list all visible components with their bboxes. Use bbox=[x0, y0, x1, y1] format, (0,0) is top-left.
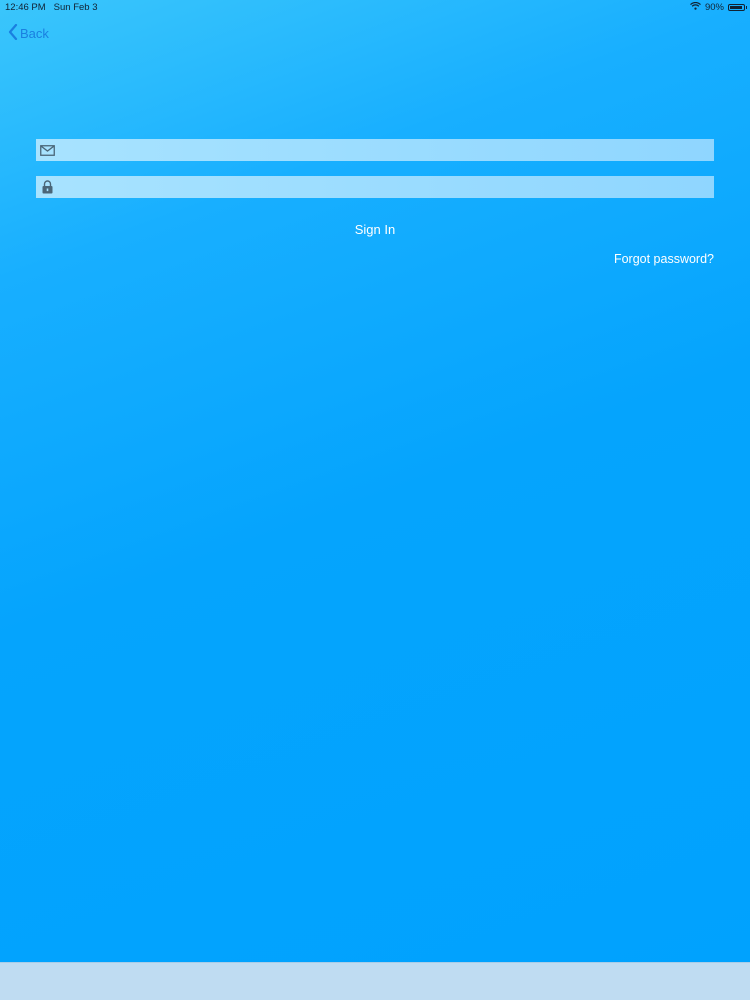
battery-percent: 90% bbox=[704, 1, 724, 13]
lock-icon bbox=[36, 176, 58, 198]
login-screen: 12:46 PM Sun Feb 3 90% Back Sign In Forg… bbox=[0, 0, 750, 1000]
battery-fill bbox=[730, 5, 742, 9]
password-input[interactable] bbox=[58, 176, 714, 198]
status-time: 12:46 PM bbox=[5, 1, 46, 13]
email-field-container bbox=[36, 139, 714, 161]
status-bar: 12:46 PM Sun Feb 3 90% bbox=[0, 0, 750, 14]
password-field-container bbox=[36, 176, 714, 198]
back-label: Back bbox=[20, 26, 49, 41]
envelope-icon bbox=[36, 139, 58, 161]
status-right: 90% bbox=[690, 1, 747, 13]
status-date: Sun Feb 3 bbox=[53, 1, 98, 13]
forgot-password-link[interactable]: Forgot password? bbox=[614, 252, 714, 266]
bottom-bar bbox=[0, 962, 750, 1000]
wifi-icon bbox=[690, 1, 701, 13]
email-input[interactable] bbox=[58, 139, 714, 161]
battery-icon bbox=[728, 3, 747, 11]
status-left: 12:46 PM Sun Feb 3 bbox=[5, 2, 98, 13]
sign-in-button[interactable]: Sign In bbox=[0, 222, 750, 237]
back-button[interactable]: Back bbox=[8, 23, 49, 43]
chevron-left-icon bbox=[8, 23, 18, 43]
